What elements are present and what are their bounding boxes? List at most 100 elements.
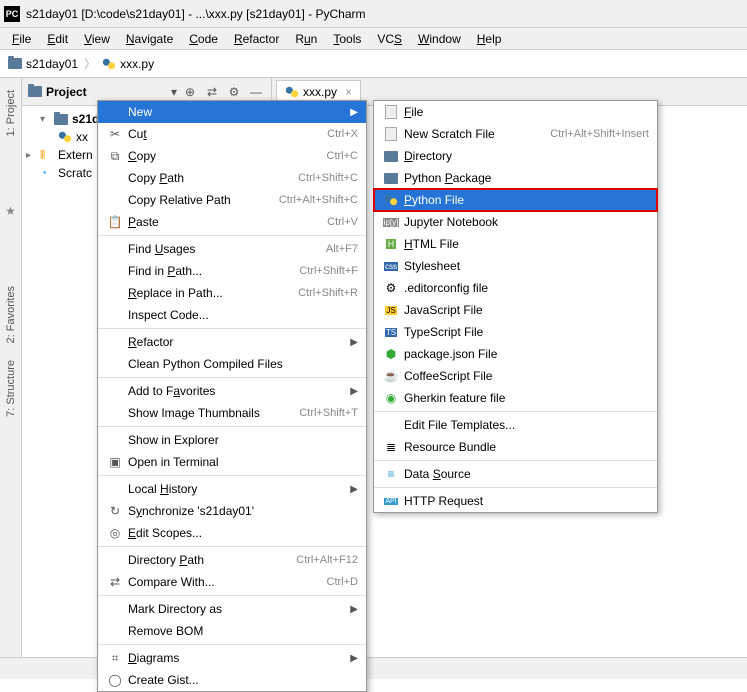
new-python-file[interactable]: Python File bbox=[374, 189, 657, 211]
ctx-show-image-thumbnails[interactable]: Show Image ThumbnailsCtrl+Shift+T bbox=[98, 402, 366, 424]
breadcrumb: s21day01 〉 xxx.py bbox=[0, 50, 747, 78]
new-file[interactable]: File bbox=[374, 101, 657, 123]
python-file-icon bbox=[285, 85, 299, 99]
dropdown-arrow-icon[interactable]: ▾ bbox=[171, 85, 177, 99]
ctx-label: Edit Scopes... bbox=[124, 526, 358, 540]
ctx-cut[interactable]: ✂CutCtrl+X bbox=[98, 123, 366, 145]
new-data-source[interactable]: ≡Data Source bbox=[374, 463, 657, 485]
menu-tools[interactable]: Tools bbox=[325, 30, 369, 48]
ctx-label: Remove BOM bbox=[124, 624, 358, 638]
menu-edit[interactable]: Edit bbox=[39, 30, 76, 48]
shortcut-text: Ctrl+Alt+F12 bbox=[296, 554, 358, 566]
title-bar: PC s21day01 [D:\code\s21day01] - ...\xxx… bbox=[0, 0, 747, 28]
new-coffeescript-file[interactable]: ☕CoffeeScript File bbox=[374, 365, 657, 387]
ctx-inspect-code-[interactable]: Inspect Code... bbox=[98, 304, 366, 326]
ctx-label: Paste bbox=[124, 215, 327, 229]
ctx-find-usages[interactable]: Find UsagesAlt+F7 bbox=[98, 238, 366, 260]
menu-help[interactable]: Help bbox=[469, 30, 510, 48]
ctx-synchronize-s21day01-[interactable]: ↻Synchronize 's21day01' bbox=[98, 500, 366, 522]
chevron-right-icon: ▶ bbox=[350, 484, 358, 495]
ctx-replace-in-path-[interactable]: Replace in Path...Ctrl+Shift+R bbox=[98, 282, 366, 304]
sub-label: Data Source bbox=[400, 467, 649, 481]
menu-vcs[interactable]: VCS bbox=[369, 30, 410, 48]
menu-window[interactable]: Window bbox=[410, 30, 469, 48]
rail-star-icon[interactable]: ★ bbox=[5, 204, 16, 218]
ctx-diagrams[interactable]: ⌗Diagrams▶ bbox=[98, 647, 366, 669]
ctx-edit-scopes-[interactable]: ◎Edit Scopes... bbox=[98, 522, 366, 544]
shortcut-text: Ctrl+X bbox=[327, 128, 358, 140]
menu-view[interactable]: View bbox=[76, 30, 118, 48]
ctx-remove-bom[interactable]: Remove BOM bbox=[98, 620, 366, 642]
menu-run[interactable]: Run bbox=[287, 30, 325, 48]
sub-label: Resource Bundle bbox=[400, 440, 649, 454]
npm-icon: ⬢ bbox=[382, 347, 400, 361]
new-javascript-file[interactable]: JSJavaScript File bbox=[374, 299, 657, 321]
rail-project[interactable]: 1: Project bbox=[5, 82, 17, 144]
new-edit-file-templates-[interactable]: Edit File Templates... bbox=[374, 414, 657, 436]
sync-icon: ↻ bbox=[106, 504, 124, 518]
new-stylesheet[interactable]: cssStylesheet bbox=[374, 255, 657, 277]
menu-code[interactable]: Code bbox=[181, 30, 226, 48]
folder-icon bbox=[28, 86, 42, 97]
ctx-refactor[interactable]: Refactor▶ bbox=[98, 331, 366, 353]
ctx-label: Directory Path bbox=[124, 553, 296, 567]
shortcut-text: Ctrl+V bbox=[327, 216, 358, 228]
shortcut-text: Ctrl+Shift+C bbox=[298, 172, 358, 184]
chevron-right-icon: 〉 bbox=[84, 55, 96, 72]
ctx-find-in-path-[interactable]: Find in Path...Ctrl+Shift+F bbox=[98, 260, 366, 282]
ctx-paste[interactable]: 📋PasteCtrl+V bbox=[98, 211, 366, 233]
new-jupyter-notebook[interactable]: ip[y]Jupyter Notebook bbox=[374, 211, 657, 233]
ctx-open-in-terminal[interactable]: ▣Open in Terminal bbox=[98, 451, 366, 473]
new-http-request[interactable]: APIHTTP Request bbox=[374, 490, 657, 512]
new--editorconfig-file[interactable]: ⚙.editorconfig file bbox=[374, 277, 657, 299]
ctx-copy-path[interactable]: Copy PathCtrl+Shift+C bbox=[98, 167, 366, 189]
ctx-show-in-explorer[interactable]: Show in Explorer bbox=[98, 429, 366, 451]
close-icon[interactable]: × bbox=[345, 85, 352, 99]
ctx-local-history[interactable]: Local History▶ bbox=[98, 478, 366, 500]
ctx-directory-path[interactable]: Directory PathCtrl+Alt+F12 bbox=[98, 549, 366, 571]
shortcut-text: Ctrl+Shift+F bbox=[299, 265, 358, 277]
ctx-add-to-favorites[interactable]: Add to Favorites▶ bbox=[98, 380, 366, 402]
ctx-copy-relative-path[interactable]: Copy Relative PathCtrl+Alt+Shift+C bbox=[98, 189, 366, 211]
ctx-label: Open in Terminal bbox=[124, 455, 358, 469]
folder-icon bbox=[54, 114, 68, 125]
target-icon[interactable]: ⊕ bbox=[181, 83, 199, 101]
menu-refactor[interactable]: Refactor bbox=[226, 30, 287, 48]
ctx-clean-python-compiled-files[interactable]: Clean Python Compiled Files bbox=[98, 353, 366, 375]
rail-favorites[interactable]: 2: Favorites bbox=[5, 278, 17, 351]
new-gherkin-feature-file[interactable]: ◉Gherkin feature file bbox=[374, 387, 657, 409]
expand-arrow-icon[interactable]: ▸ bbox=[26, 150, 36, 161]
breadcrumb-project[interactable]: s21day01 bbox=[26, 57, 78, 71]
sub-label: CoffeeScript File bbox=[400, 369, 649, 383]
new-html-file[interactable]: HHTML File bbox=[374, 233, 657, 255]
ctx-copy[interactable]: ⧉CopyCtrl+C bbox=[98, 145, 366, 167]
ctx-label: Find in Path... bbox=[124, 264, 299, 278]
expand-arrow-icon[interactable]: ▾ bbox=[40, 114, 50, 125]
chevron-right-icon: ▶ bbox=[350, 604, 358, 615]
left-tool-rail: 1: Project ★ 2: Favorites 7: Structure bbox=[0, 78, 22, 679]
new-new-scratch-file[interactable]: New Scratch FileCtrl+Alt+Shift+Insert bbox=[374, 123, 657, 145]
ctx-mark-directory-as[interactable]: Mark Directory as▶ bbox=[98, 598, 366, 620]
ctx-new[interactable]: New▶ bbox=[98, 101, 366, 123]
ctx-label: New bbox=[124, 105, 344, 119]
ts-icon: TS bbox=[382, 328, 400, 337]
sub-label: HTML File bbox=[400, 237, 649, 251]
menu-file[interactable]: File bbox=[4, 30, 39, 48]
new-package-json-file[interactable]: ⬢package.json File bbox=[374, 343, 657, 365]
coffee-icon: ☕ bbox=[382, 369, 400, 383]
gear-icon[interactable]: ⚙ bbox=[225, 83, 243, 101]
breadcrumb-file[interactable]: xxx.py bbox=[120, 57, 154, 71]
minimize-icon[interactable]: — bbox=[247, 83, 265, 101]
new-resource-bundle[interactable]: ≣Resource Bundle bbox=[374, 436, 657, 458]
new-python-package[interactable]: Python Package bbox=[374, 167, 657, 189]
rail-structure[interactable]: 7: Structure bbox=[5, 352, 17, 425]
sub-label: Python Package bbox=[400, 171, 649, 185]
shortcut-text: Ctrl+Alt+Shift+C bbox=[279, 194, 358, 206]
new-directory[interactable]: Directory bbox=[374, 145, 657, 167]
new-typescript-file[interactable]: TSTypeScript File bbox=[374, 321, 657, 343]
collapse-icon[interactable]: ⇄ bbox=[203, 83, 221, 101]
shortcut-text: Ctrl+Shift+T bbox=[299, 407, 358, 419]
ctx-compare-with-[interactable]: ⇄Compare With...Ctrl+D bbox=[98, 571, 366, 593]
ctx-create-gist-[interactable]: ◯Create Gist... bbox=[98, 669, 366, 691]
menu-navigate[interactable]: Navigate bbox=[118, 30, 181, 48]
